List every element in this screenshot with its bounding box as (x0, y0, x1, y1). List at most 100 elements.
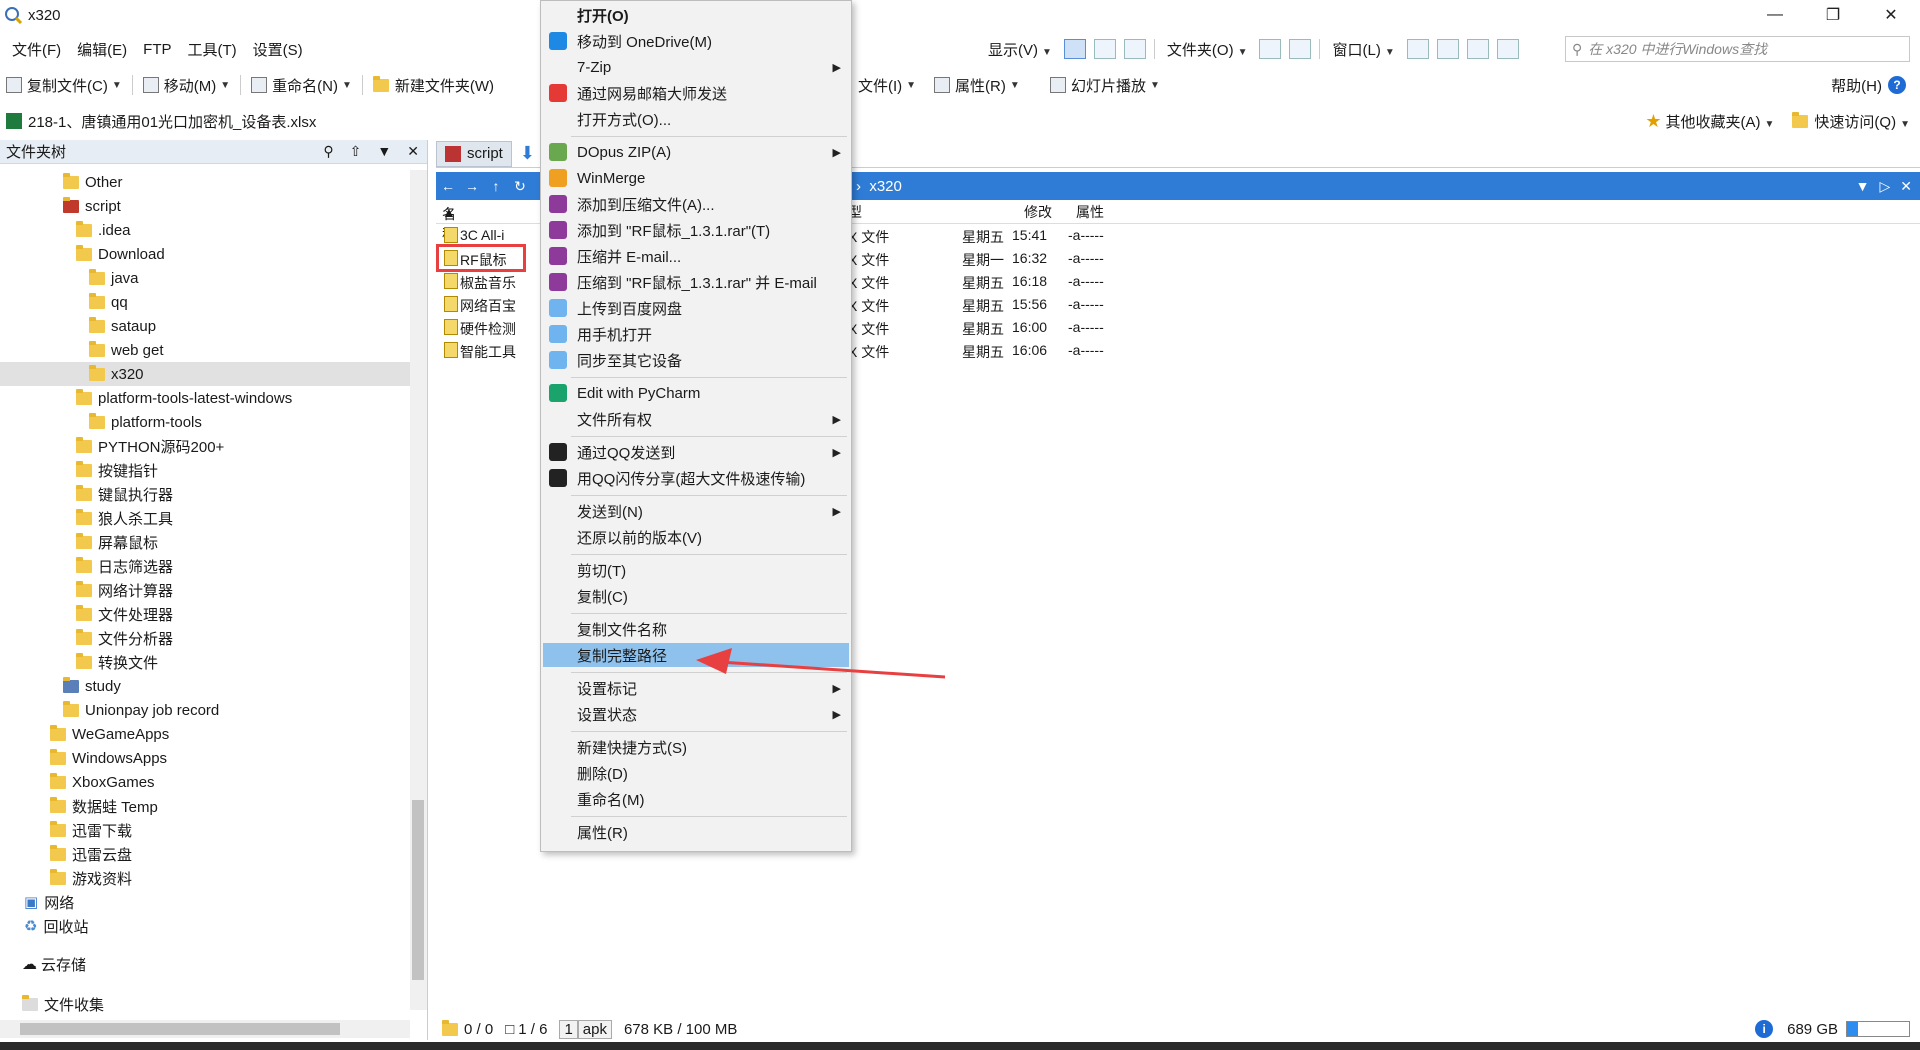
tree-item[interactable]: ♻ 回收站 (0, 914, 410, 938)
view-preview-icon[interactable] (1093, 39, 1116, 59)
folder-menu[interactable]: 文件夹(O) ▼ (1159, 39, 1256, 60)
rename-button[interactable]: 重命名(N) ▼ (245, 75, 358, 96)
tree-item[interactable]: 游戏资料 (0, 866, 410, 890)
menu-settings[interactable]: 设置(S) (245, 39, 311, 60)
tree-item[interactable]: 按键指针 (0, 458, 410, 482)
slideshow-button[interactable]: 幻灯片播放 ▼ (1044, 75, 1166, 96)
tree-item[interactable]: platform-tools (0, 410, 410, 434)
menu-file[interactable]: 文件(F) (4, 39, 69, 60)
tree-item[interactable]: 狼人杀工具 (0, 506, 410, 530)
file-menu-button[interactable]: 文件(I) ▼ (852, 75, 922, 96)
cloud-storage[interactable]: ☁ 云存储 (22, 952, 86, 976)
context-menu-item[interactable]: 设置状态 ▶ (543, 702, 849, 726)
restore-button[interactable]: ❐ (1804, 0, 1862, 30)
context-menu-item[interactable]: 同步至其它设备 (543, 348, 849, 372)
context-menu-item[interactable]: 复制(C) (543, 584, 849, 608)
context-menu-item[interactable]: 通过网易邮箱大师发送 (543, 81, 849, 105)
col-name[interactable]: 名称 ▲ (442, 204, 456, 242)
context-menu-item[interactable]: DOpus ZIP(A) ▶ (543, 140, 849, 164)
tree-item[interactable]: 键鼠执行器 (0, 482, 410, 506)
menu-edit[interactable]: 编辑(E) (69, 39, 135, 60)
search-input[interactable]: ⚲ 在 x320 中进行Windows查找 (1565, 36, 1910, 62)
download-arrow-icon[interactable]: ⬇ (520, 143, 535, 164)
close-window-button[interactable]: ✕ (1862, 0, 1920, 30)
window-menu[interactable]: 窗口(L) ▼ (1324, 39, 1402, 60)
tab-script[interactable]: script (436, 140, 512, 167)
tree-item[interactable]: 迅雷云盘 (0, 842, 410, 866)
folder-layout-icon[interactable] (1259, 39, 1282, 59)
tree-item[interactable]: study (0, 674, 410, 698)
tree-item[interactable]: 转换文件 (0, 650, 410, 674)
tree-item[interactable]: 日志筛选器 (0, 554, 410, 578)
tree-item[interactable]: Unionpay job record (0, 698, 410, 722)
layout-viewer-icon[interactable] (1496, 39, 1519, 59)
back-icon[interactable]: ← (436, 178, 460, 194)
dual-pane-icon[interactable]: ▷ (1879, 178, 1890, 195)
context-menu-item[interactable]: 添加到 "RF鼠标_1.3.1.rar"(T) (543, 218, 849, 242)
context-menu-item[interactable]: 文件所有权 ▶ (543, 407, 849, 431)
tree-item[interactable]: PYTHON源码200+ (0, 434, 410, 458)
tree-dropdown-icon[interactable]: ▼ (377, 143, 391, 160)
col-modified[interactable]: 修改 (1024, 202, 1052, 222)
new-folder-button[interactable]: 新建文件夹(W) (367, 75, 500, 96)
context-menu-item[interactable]: 压缩到 "RF鼠标_1.3.1.rar" 并 E-mail (543, 270, 849, 294)
tree-item[interactable]: platform-tools-latest-windows (0, 386, 410, 410)
view-details-icon[interactable] (1063, 39, 1086, 59)
tree-item[interactable]: x320 (0, 362, 410, 386)
context-menu-item[interactable]: 打开方式(O)... (543, 107, 849, 131)
layout-single-icon[interactable] (1406, 39, 1429, 59)
move-button[interactable]: 移动(M) ▼ (137, 75, 236, 96)
context-menu-item[interactable]: 压缩并 E-mail... (543, 244, 849, 268)
tree-item[interactable]: WindowsApps (0, 746, 410, 770)
tree-item[interactable]: java (0, 266, 410, 290)
location-path[interactable]: › x320 (856, 178, 902, 195)
col-attr[interactable]: 属性 (1076, 202, 1104, 222)
context-menu-item[interactable]: 添加到压缩文件(A)... (543, 192, 849, 216)
context-menu-item[interactable]: 复制文件名称 (543, 617, 849, 641)
recent-file[interactable]: 218-1、唐镇通用01光口加密机_设备表.xlsx (28, 111, 316, 132)
tree-search-icon[interactable]: ⚲ (323, 143, 333, 160)
help-button[interactable]: 帮助(H)? (1831, 75, 1906, 96)
view-thumbnail-icon[interactable] (1123, 39, 1146, 59)
context-menu-item[interactable]: 7-Zip ▶ (543, 55, 849, 79)
layout-dual-icon[interactable] (1436, 39, 1459, 59)
file-collection[interactable]: 文件收集 (22, 992, 104, 1016)
tree-item[interactable]: Download (0, 242, 410, 266)
context-menu-item[interactable]: 发送到(N) ▶ (543, 499, 849, 523)
tree-item[interactable]: WeGameApps (0, 722, 410, 746)
tree-item[interactable]: 迅雷下载 (0, 818, 410, 842)
context-menu-item[interactable]: 还原以前的版本(V) (543, 525, 849, 549)
close-pane-icon[interactable]: ✕ (1900, 178, 1912, 195)
tree-item[interactable]: qq (0, 290, 410, 314)
menu-ftp[interactable]: FTP (135, 41, 179, 58)
context-menu-item[interactable]: Edit with PyCharm (543, 381, 849, 405)
minimize-button[interactable]: — (1746, 0, 1804, 30)
tree-horizontal-scrollbar[interactable] (0, 1020, 410, 1038)
context-menu-item[interactable]: 打开(O) (543, 3, 849, 27)
context-menu-item[interactable]: 移动到 OneDrive(M) (543, 29, 849, 53)
tree-item[interactable]: .idea (0, 218, 410, 242)
folder-grid-icon[interactable] (1289, 39, 1312, 59)
other-favorites[interactable]: 其他收藏夹(A) ▼ (1666, 111, 1775, 132)
context-menu-item[interactable]: 用QQ闪传分享(超大文件极速传输) (543, 466, 849, 490)
copy-file-button[interactable]: 复制文件(C) ▼ (0, 75, 128, 96)
tree-up-icon[interactable]: ⇧ (350, 143, 362, 160)
context-menu-item[interactable]: 用手机打开 (543, 322, 849, 346)
forward-icon[interactable]: → (460, 178, 484, 194)
layout-horizontal-icon[interactable] (1466, 39, 1489, 59)
properties-button[interactable]: 属性(R) ▼ (928, 75, 1026, 96)
context-menu-item[interactable]: 重命名(M) (543, 787, 849, 811)
tree-item[interactable]: 文件处理器 (0, 602, 410, 626)
tree-item[interactable]: 屏幕鼠标 (0, 530, 410, 554)
tree-vertical-scrollbar[interactable] (410, 170, 427, 1010)
context-menu-item[interactable]: 新建快捷方式(S) (543, 735, 849, 759)
display-menu[interactable]: 显示(V) ▼ (980, 39, 1060, 60)
up-icon[interactable]: ↑ (484, 178, 508, 194)
tree-item[interactable]: 网络计算器 (0, 578, 410, 602)
tree-item[interactable]: 文件分析器 (0, 626, 410, 650)
refresh-icon[interactable]: ↻ (508, 178, 532, 195)
tree-item[interactable]: ▣ 网络 (0, 890, 410, 914)
tree-item[interactable]: XboxGames (0, 770, 410, 794)
context-menu-item[interactable]: 剪切(T) (543, 558, 849, 582)
quick-access[interactable]: 快速访问(Q) ▼ (1814, 111, 1910, 132)
